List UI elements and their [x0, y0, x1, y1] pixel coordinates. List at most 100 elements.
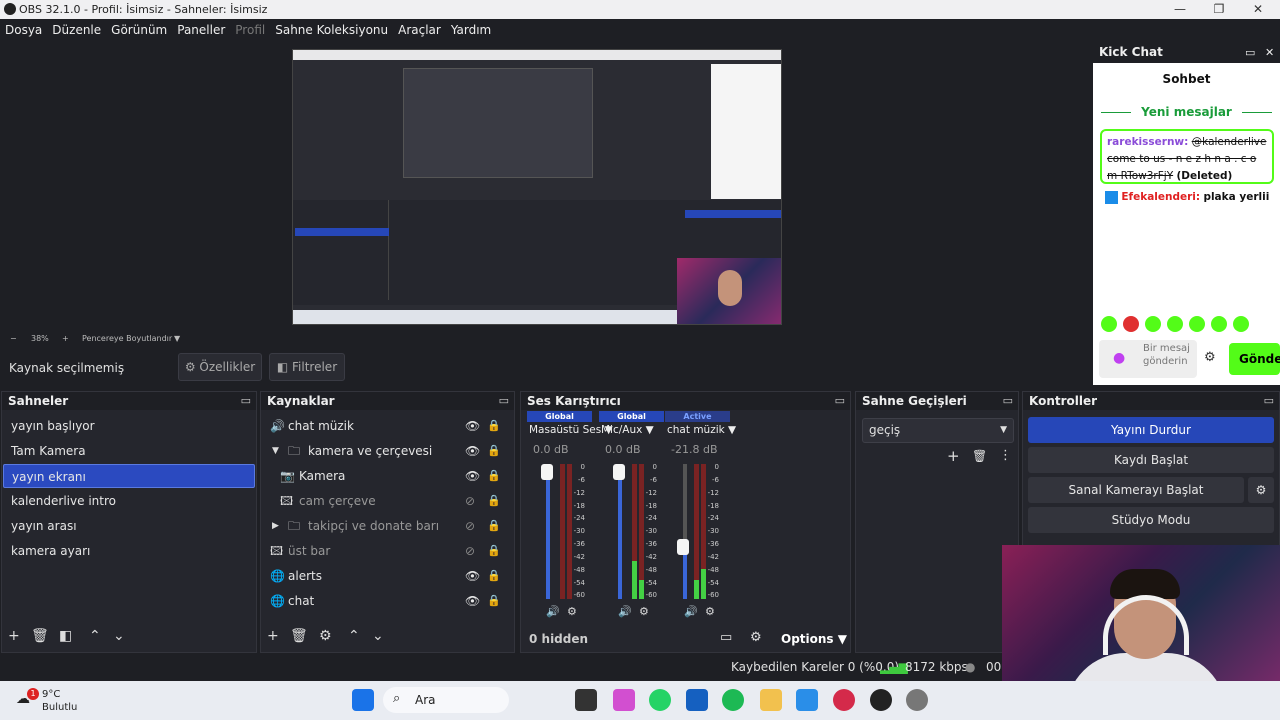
- scene-item-selected[interactable]: yayın ekranı: [3, 464, 255, 488]
- whatsapp-icon[interactable]: [649, 689, 671, 711]
- float-icon[interactable]: ▭: [1245, 42, 1255, 63]
- menu-edit[interactable]: Düzenle: [47, 19, 106, 42]
- lock-icon[interactable]: 🔒: [487, 489, 501, 513]
- eye-icon[interactable]: 👁: [465, 464, 480, 488]
- float-icon[interactable]: ▭: [1003, 392, 1013, 410]
- add-icon[interactable]: +: [8, 628, 20, 644]
- lock-icon[interactable]: 🔒: [487, 539, 501, 563]
- zoom-out-button[interactable]: −: [10, 334, 17, 343]
- obs-icon[interactable]: [870, 689, 892, 711]
- layout-icon[interactable]: ▭: [720, 630, 732, 645]
- scene-item[interactable]: kamera ayarı: [3, 539, 255, 563]
- fit-to-window-label[interactable]: Pencereye Boyutlandır: [82, 334, 172, 343]
- down-arrow-icon[interactable]: ⌄: [113, 628, 125, 644]
- speaker-icon[interactable]: 🔊: [546, 605, 560, 618]
- source-item[interactable]: 🌐 chat 👁 🔒: [262, 589, 512, 613]
- volume-knob[interactable]: [541, 464, 553, 480]
- start-recording-button[interactable]: Kaydı Başlat: [1028, 447, 1274, 473]
- settings-icon[interactable]: ⚙: [567, 605, 577, 618]
- mic-icon[interactable]: ●: [1113, 350, 1125, 366]
- down-arrow-icon[interactable]: ⌄: [372, 628, 384, 644]
- speaker-icon[interactable]: 🔊: [684, 605, 698, 618]
- maximize-button[interactable]: ❐: [1199, 0, 1239, 19]
- settings-icon[interactable]: ⚙: [639, 605, 649, 618]
- trash-icon[interactable]: 🗑: [972, 449, 987, 463]
- source-item[interactable]: ▼ 🗀 kamera ve çerçevesi 👁 🔒: [262, 439, 512, 463]
- float-icon[interactable]: ▭: [835, 392, 845, 410]
- scene-item[interactable]: Tam Kamera: [3, 439, 255, 463]
- lock-icon[interactable]: 🔒: [487, 414, 501, 438]
- menu-scene-collection[interactable]: Sahne Koleksiyonu: [270, 19, 393, 42]
- eye-icon[interactable]: 👁: [465, 439, 480, 463]
- lock-icon[interactable]: 🔒: [487, 514, 501, 538]
- store-icon[interactable]: [686, 689, 708, 711]
- eye-icon[interactable]: 👁: [465, 564, 480, 588]
- menu-profile[interactable]: Profil: [230, 19, 270, 42]
- start-virtual-camera-button[interactable]: Sanal Kamerayı Başlat: [1028, 477, 1244, 503]
- properties-button[interactable]: ⚙ Özellikler: [178, 353, 262, 381]
- program-preview[interactable]: [292, 49, 782, 325]
- gear-icon[interactable]: ⚙: [1248, 477, 1274, 503]
- settings-icon[interactable]: ⚙: [705, 605, 715, 618]
- volume-slider[interactable]: [618, 464, 622, 599]
- float-icon[interactable]: ▭: [241, 392, 251, 410]
- transition-select[interactable]: geçiş ▼: [862, 418, 1014, 443]
- float-icon[interactable]: ▭: [499, 392, 509, 410]
- lock-icon[interactable]: 🔒: [487, 464, 501, 488]
- add-icon[interactable]: +: [947, 447, 960, 465]
- chevron-down-icon[interactable]: ▼: [174, 334, 180, 343]
- close-icon[interactable]: ✕: [1265, 42, 1274, 63]
- eye-hidden-icon[interactable]: ⊘: [465, 514, 475, 538]
- start-icon[interactable]: [352, 689, 374, 711]
- collapse-icon[interactable]: ▼: [272, 439, 279, 463]
- zoom-in-button[interactable]: +: [62, 334, 69, 343]
- spotify-icon[interactable]: [722, 689, 744, 711]
- lock-icon[interactable]: 🔒: [487, 589, 501, 613]
- filters-button[interactable]: ◧ Filtreler: [269, 353, 345, 381]
- lock-icon[interactable]: 🔒: [487, 439, 501, 463]
- minimize-button[interactable]: —: [1160, 0, 1200, 19]
- studio-mode-button[interactable]: Stüdyo Modu: [1028, 507, 1274, 533]
- volume-knob[interactable]: [613, 464, 625, 480]
- scene-item[interactable]: yayın arası: [3, 514, 255, 538]
- folder-icon[interactable]: [760, 689, 782, 711]
- gear-icon[interactable]: ⚙: [750, 630, 762, 645]
- opera-icon[interactable]: [833, 689, 855, 711]
- expand-icon[interactable]: ▶: [272, 514, 279, 538]
- options-button[interactable]: Options ▼: [781, 632, 847, 646]
- trash-icon[interactable]: 🗑: [31, 628, 49, 644]
- mail-icon[interactable]: [796, 689, 818, 711]
- volume-knob[interactable]: [677, 539, 689, 555]
- eye-icon[interactable]: 👁: [465, 414, 480, 438]
- source-item[interactable]: 🌐 alerts 👁 🔒: [262, 564, 512, 588]
- chat-username[interactable]: Efekalenderi:: [1121, 191, 1200, 203]
- volume-slider[interactable]: [546, 464, 550, 599]
- close-button[interactable]: ✕: [1238, 0, 1278, 19]
- settings-icon[interactable]: [906, 689, 928, 711]
- trash-icon[interactable]: 🗑: [290, 628, 308, 644]
- source-item[interactable]: ▶ 🗀 takipçi ve donate barı ⊘ 🔒: [262, 514, 512, 538]
- add-icon[interactable]: +: [267, 628, 279, 644]
- menu-docks[interactable]: Paneller: [172, 19, 230, 42]
- more-icon[interactable]: ⋮: [999, 448, 1012, 463]
- channel-name[interactable]: chat müzik ▼: [667, 424, 736, 436]
- float-icon[interactable]: ▭: [1264, 392, 1274, 410]
- up-arrow-icon[interactable]: ⌃: [348, 628, 360, 644]
- scene-item[interactable]: yayın başlıyor: [3, 414, 255, 438]
- gear-icon[interactable]: ⚙: [319, 628, 332, 644]
- chat-username[interactable]: rarekissernw:: [1107, 136, 1188, 148]
- eye-hidden-icon[interactable]: ⊘: [465, 539, 475, 563]
- source-item[interactable]: 📷 Kamera 👁 🔒: [262, 464, 512, 488]
- channel-name[interactable]: Mic/Aux ▼: [601, 424, 654, 436]
- lock-icon[interactable]: 🔒: [487, 564, 501, 588]
- menu-tools[interactable]: Araçlar: [393, 19, 446, 42]
- volume-slider[interactable]: [683, 464, 687, 599]
- menu-help[interactable]: Yardım: [446, 19, 496, 42]
- menu-file[interactable]: Dosya: [0, 19, 47, 42]
- source-item[interactable]: 🖾 cam çerçeve ⊘ 🔒: [262, 489, 512, 513]
- source-item[interactable]: 🔊 chat müzik 👁 🔒: [262, 414, 512, 438]
- scene-item[interactable]: kalenderlive intro: [3, 489, 255, 513]
- stop-stream-button[interactable]: Yayını Durdur: [1028, 417, 1274, 443]
- hidden-count[interactable]: 0 hidden: [529, 632, 588, 646]
- eye-icon[interactable]: 👁: [465, 589, 480, 613]
